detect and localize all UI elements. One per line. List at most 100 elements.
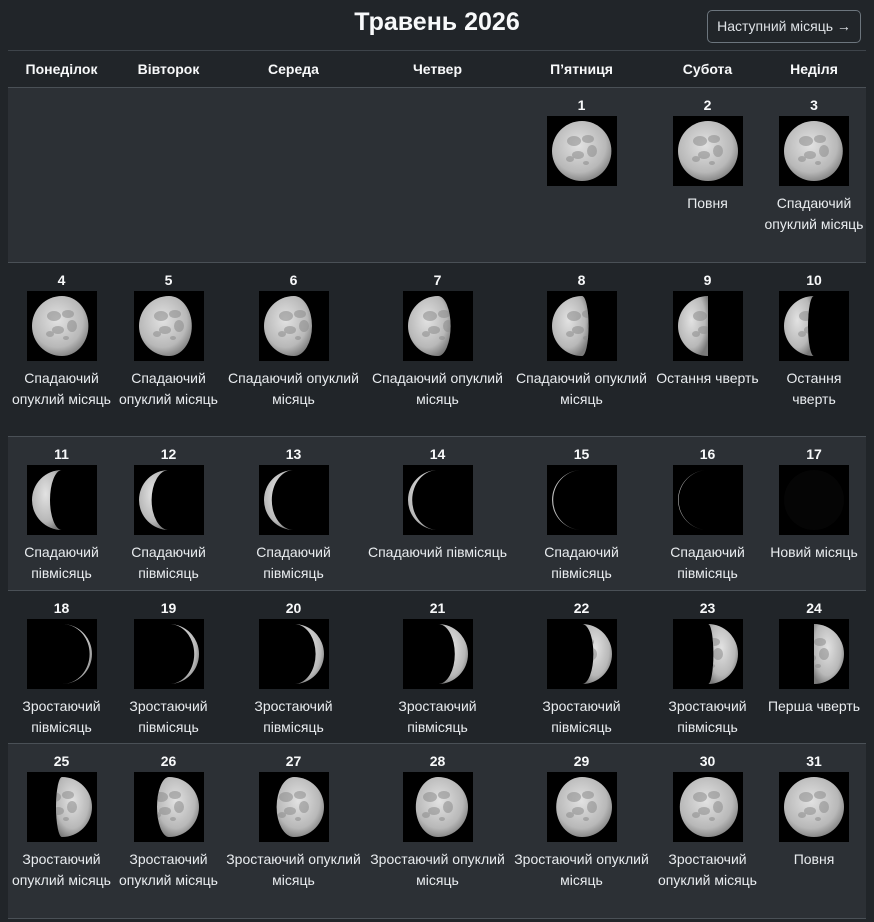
- moon-phase-icon: [26, 465, 97, 535]
- day-number: 15: [573, 446, 590, 462]
- moon-phase-label: Спадаючий опуклий місяць: [228, 370, 359, 407]
- moon-phase-label: Новий місяць: [770, 544, 858, 560]
- day-number: 18: [53, 600, 70, 616]
- moon-phase-icon: [546, 116, 617, 186]
- day-number: 20: [285, 600, 302, 616]
- moon-phase-label: Спадаючий опуклий місяць: [119, 370, 218, 407]
- moon-phase-icon: [672, 291, 743, 361]
- week-row: 18 Зростаючий півмісяць 19 Зростаючий півмі…: [8, 590, 866, 744]
- moon-phase-label: Спадаючий півмісяць: [670, 544, 745, 581]
- day-cell: 4 Спадаючий опуклий місяць: [8, 262, 115, 437]
- moon-phase-label: Зростаючий півмісяць: [398, 698, 477, 735]
- moon-phase-icon: [402, 619, 473, 689]
- day-number: 10: [806, 272, 822, 288]
- next-month-button[interactable]: Наступний місяць →: [707, 10, 861, 43]
- empty-day-cell: [115, 87, 222, 263]
- moon-phase-label: Зростаючий півмісяць: [129, 698, 208, 735]
- moon-phase-label: Спадаючий півмісяць: [256, 544, 331, 581]
- day-number: 13: [285, 446, 302, 462]
- moon-phase-label: Остання чверть: [656, 370, 759, 386]
- moon-phase-icon: [258, 619, 329, 689]
- day-number: 17: [806, 446, 822, 462]
- calendar-body: 1 2 Повня 3 Спадаючий опуклий місяць 4 Спадаюч…: [8, 87, 866, 919]
- weekday-sunday: Неділя: [762, 50, 866, 88]
- day-cell: 7 Спадаючий опуклий місяць: [365, 262, 510, 437]
- weekday-header-row: Понеділок Вівторок Середа Четвер П’ятниц…: [8, 50, 866, 88]
- moon-phase-label: Перша чверть: [767, 698, 861, 714]
- week-row: 25 Зростаючий опуклий місяць 26 Зростаючий …: [8, 743, 866, 919]
- day-cell: 27 Зростаючий опуклий місяць: [222, 743, 365, 919]
- moon-phase-icon: [546, 772, 617, 842]
- moon-phase-label: Спадаючий опуклий місяць: [516, 370, 647, 407]
- day-number: 8: [577, 272, 586, 288]
- moon-phase-label: Спадаючий півмісяць: [24, 544, 99, 581]
- day-cell: 24 Перша чверть: [762, 590, 866, 744]
- day-number: 6: [289, 272, 298, 288]
- moon-phase-label: Спадаючий опуклий місяць: [12, 370, 111, 407]
- day-cell: 9 Остання чверть: [653, 262, 762, 437]
- moon-phase-icon: [133, 619, 204, 689]
- moon-phase-icon: [546, 619, 617, 689]
- day-cell: 12 Спадаючий півмісяць: [115, 436, 222, 591]
- moon-phase-label: Зростаючий опуклий місяць: [658, 851, 757, 888]
- day-number: 19: [160, 600, 177, 616]
- moon-phase-icon: [133, 772, 204, 842]
- moon-phase-icon: [672, 619, 743, 689]
- day-cell: 14 Спадаючий півмісяць: [365, 436, 510, 591]
- day-cell: 3 Спадаючий опуклий місяць: [762, 87, 866, 263]
- moon-phase-label: Спадаючий опуклий місяць: [372, 370, 503, 407]
- day-number: 2: [703, 97, 712, 113]
- day-cell: 11 Спадаючий півмісяць: [8, 436, 115, 591]
- day-cell: 28 Зростаючий опуклий місяць: [365, 743, 510, 919]
- day-cell: 15 Спадаючий півмісяць: [510, 436, 653, 591]
- moon-phase-label: Зростаючий півмісяць: [254, 698, 333, 735]
- day-number: 1: [577, 97, 586, 113]
- week-row: 11 Спадаючий півмісяць 12 Спадаючий півміся…: [8, 436, 866, 591]
- day-cell: 2 Повня: [653, 87, 762, 263]
- moon-phase-icon: [779, 619, 849, 689]
- moon-phase-icon: [258, 465, 329, 535]
- moon-phase-icon: [26, 291, 97, 361]
- moon-phase-icon: [402, 291, 473, 361]
- moon-phase-icon: [546, 291, 617, 361]
- day-number: 25: [53, 753, 70, 769]
- day-number: 29: [573, 753, 590, 769]
- moon-phase-label: Спадаючий опуклий місяць: [764, 195, 864, 232]
- moon-phase-icon: [779, 291, 849, 361]
- day-number: 16: [699, 446, 716, 462]
- day-cell: 20 Зростаючий півмісяць: [222, 590, 365, 744]
- week-row: 1 2 Повня 3 Спадаючий опуклий місяць: [8, 87, 866, 263]
- day-cell: 17 Новий місяць: [762, 436, 866, 591]
- day-number: 31: [806, 753, 822, 769]
- calendar-header: Травень 2026 Наступний місяць →: [0, 0, 874, 50]
- day-number: 21: [429, 600, 446, 616]
- day-cell: 5 Спадаючий опуклий місяць: [115, 262, 222, 437]
- day-cell: 16 Спадаючий півмісяць: [653, 436, 762, 591]
- day-number: 14: [429, 446, 446, 462]
- moon-phase-label: Зростаючий опуклий місяць: [514, 851, 649, 888]
- moon-phase-icon: [26, 772, 97, 842]
- day-cell: 1: [510, 87, 653, 263]
- moon-phase-icon: [402, 465, 473, 535]
- moon-phase-label: Зростаючий півмісяць: [542, 698, 621, 735]
- moon-phase-label: Зростаючий опуклий місяць: [370, 851, 505, 888]
- day-cell: 13 Спадаючий півмісяць: [222, 436, 365, 591]
- weekday-tuesday: Вівторок: [115, 50, 222, 88]
- moon-phase-icon: [779, 465, 849, 535]
- day-cell: 22 Зростаючий півмісяць: [510, 590, 653, 744]
- moon-phase-label: Зростаючий опуклий місяць: [12, 851, 111, 888]
- moon-calendar-page: Травень 2026 Наступний місяць → Понеділо…: [0, 0, 874, 922]
- day-number: 23: [699, 600, 716, 616]
- moon-phase-icon: [402, 772, 473, 842]
- moon-phase-icon: [258, 291, 329, 361]
- day-cell: 29 Зростаючий опуклий місяць: [510, 743, 653, 919]
- moon-phase-icon: [672, 772, 743, 842]
- day-cell: 19 Зростаючий півмісяць: [115, 590, 222, 744]
- day-number: 24: [806, 600, 822, 616]
- moon-phase-icon: [779, 772, 849, 842]
- day-cell: 26 Зростаючий опуклий місяць: [115, 743, 222, 919]
- moon-phase-icon: [779, 116, 849, 186]
- moon-phase-label: Повня: [687, 195, 728, 211]
- day-cell: 10 Остання чверть: [762, 262, 866, 437]
- day-number: 11: [54, 446, 69, 462]
